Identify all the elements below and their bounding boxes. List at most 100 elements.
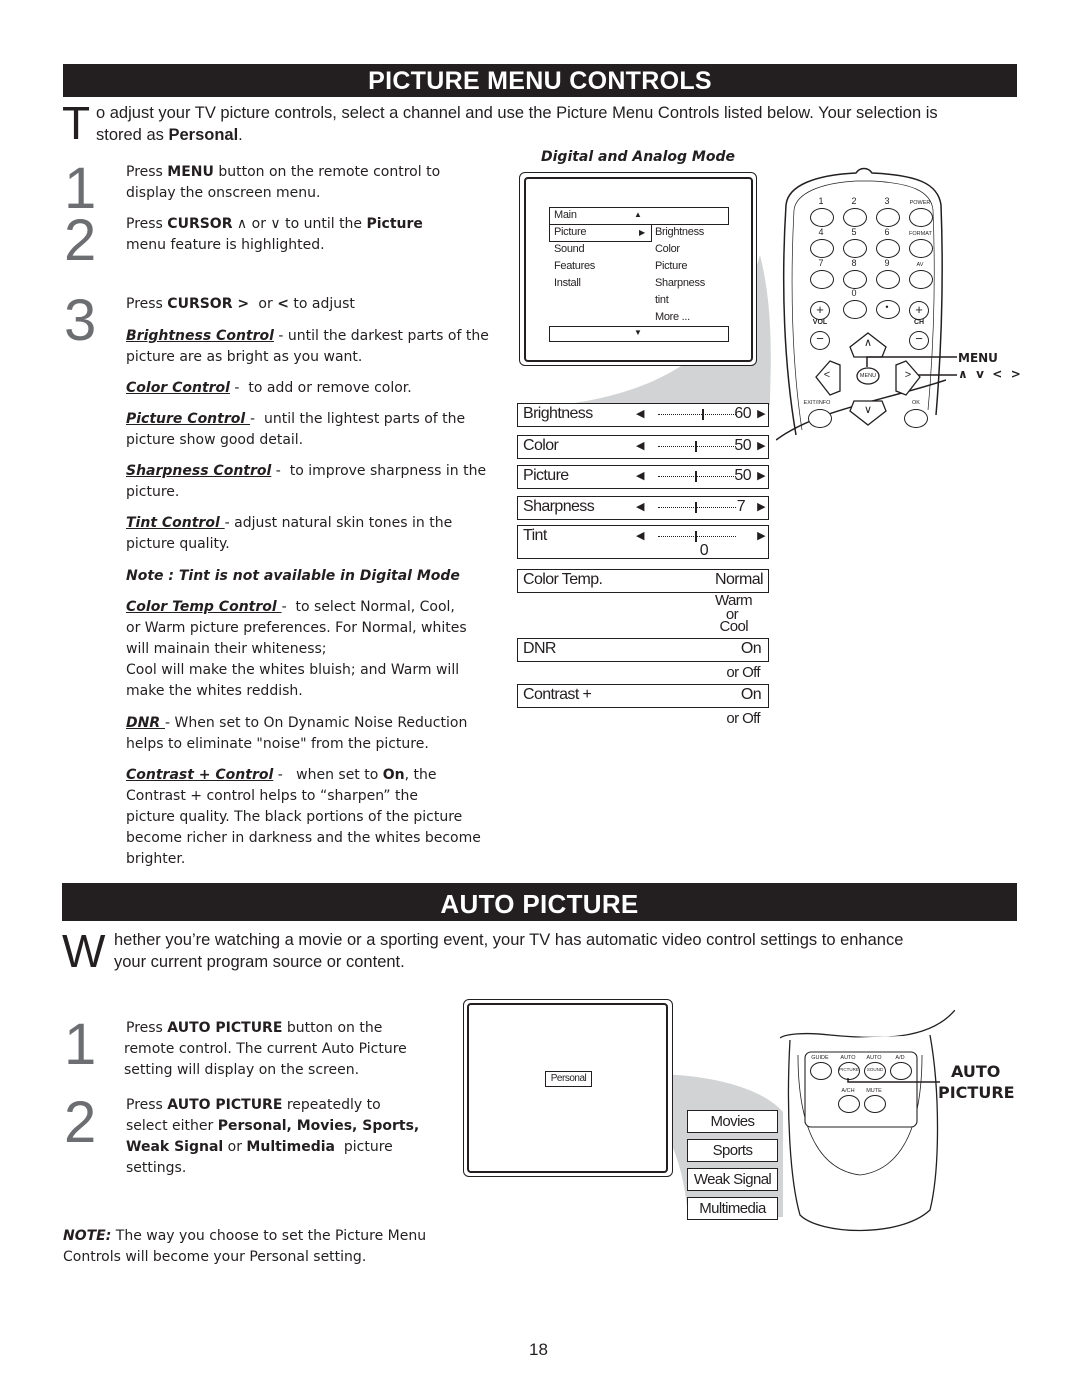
submenu-sharpness[interactable]: Sharpness — [655, 275, 705, 292]
plus-icon: + — [915, 302, 923, 317]
mode-title: Digital and Analog Mode — [541, 149, 735, 165]
auto-step-2-text: Press AUTO PICTURE repeatedly to — [126, 1095, 381, 1116]
setting-row-color[interactable]: Color ◀ 50 ▶ — [517, 435, 769, 459]
t: ∧ or ∨ to until the — [232, 216, 367, 232]
increase-arrow-icon[interactable]: ▶ — [757, 469, 765, 482]
submenu-color[interactable]: Color — [655, 241, 680, 258]
increase-arrow-icon[interactable]: ▶ — [757, 529, 765, 542]
setting-row-sharpness[interactable]: Sharpness ◀ 7 ▶ — [517, 496, 769, 520]
menu-item-install[interactable]: Install — [554, 275, 581, 292]
dnr-line-2: helps to eliminate "noise" from the pict… — [126, 736, 429, 752]
step-1-text: Press MENU button on the remote control … — [126, 162, 440, 183]
remote-key-3[interactable] — [876, 208, 900, 227]
remote-key-power[interactable] — [909, 208, 933, 227]
option-row-color-temp[interactable]: Color Temp. Normal — [517, 569, 769, 593]
remote-key-0[interactable] — [843, 300, 867, 319]
submenu-picture[interactable]: Picture — [655, 258, 687, 275]
setting-slider[interactable] — [658, 441, 736, 452]
guide-key[interactable] — [810, 1062, 832, 1080]
submenu-tint[interactable]: tint — [655, 292, 669, 309]
t: repeatedly to — [282, 1097, 381, 1113]
auto-step-2-line-4: settings. — [126, 1160, 187, 1176]
slider-knob[interactable] — [695, 471, 697, 482]
t: - to select Normal, Cool, — [281, 599, 455, 615]
auto-option-multimedia[interactable]: Multimedia — [687, 1197, 778, 1220]
decrease-arrow-icon[interactable]: ◀ — [636, 500, 644, 513]
setting-row-picture[interactable]: Picture ◀ 50 ▶ — [517, 465, 769, 489]
slider-knob[interactable] — [695, 441, 697, 452]
remote-key-4[interactable] — [810, 239, 834, 258]
setting-slider[interactable] — [658, 531, 736, 542]
decrease-arrow-icon[interactable]: ◀ — [636, 439, 644, 452]
setting-label: Sharpness — [523, 498, 595, 515]
setting-row-brightness[interactable]: Brightness ◀ 60 ▶ — [517, 403, 769, 427]
ok-label: OK — [912, 400, 920, 406]
options-keyword: Personal, Movies, Sports, — [217, 1118, 420, 1134]
section-title-picture-menu-controls: PICTURE MENU CONTROLS — [63, 64, 1017, 97]
callout-picture: PICTURE — [938, 1083, 1015, 1102]
contrast-alt-off: or Off — [726, 710, 760, 727]
menu-item-features[interactable]: Features — [554, 258, 595, 275]
exit-info-key[interactable] — [808, 409, 832, 428]
slider-knob[interactable] — [702, 409, 704, 420]
increase-arrow-icon[interactable]: ▶ — [757, 500, 765, 513]
auto-picture-keyword: AUTO PICTURE — [167, 1020, 283, 1036]
increase-arrow-icon[interactable]: ▶ — [757, 407, 765, 420]
setting-slider[interactable] — [658, 471, 736, 482]
submenu-arrow-icon: ▶ — [639, 228, 645, 237]
mute-key[interactable] — [864, 1095, 886, 1113]
menu-item-sound[interactable]: Sound — [554, 241, 585, 258]
decrease-arrow-icon[interactable]: ◀ — [636, 529, 644, 542]
remote-key-7[interactable] — [810, 270, 834, 289]
option-value: Normal — [715, 571, 764, 588]
decrease-arrow-icon[interactable]: ◀ — [636, 407, 644, 420]
submenu-brightness[interactable]: Brightness — [655, 224, 704, 241]
auto-option-weak-signal[interactable]: Weak Signal — [687, 1168, 778, 1191]
remote-key-format[interactable] — [909, 239, 933, 258]
auto-note-line-2: Controls will become your Personal setti… — [63, 1249, 367, 1265]
slider-knob[interactable] — [695, 502, 697, 513]
intro-period: . — [238, 126, 243, 144]
exit-info-label: EXIT/INFO — [803, 400, 831, 406]
auto-option-sports[interactable]: Sports — [687, 1139, 778, 1162]
auto-step-2-line-2: select either Personal, Movies, Sports, — [126, 1116, 419, 1137]
remote-key-5[interactable] — [843, 239, 867, 258]
submenu-more[interactable]: More ... — [655, 309, 690, 326]
remote-key-6[interactable] — [876, 239, 900, 258]
menu-item-picture[interactable]: Picture — [554, 224, 586, 241]
option-row-dnr[interactable]: DNR On — [517, 638, 769, 662]
remote-key-8[interactable] — [843, 270, 867, 289]
ok-key[interactable] — [904, 409, 928, 428]
setting-row-tint[interactable]: Tint ◀ 0 ▶ — [517, 525, 769, 559]
dot-glyph: • — [885, 302, 889, 312]
decrease-arrow-icon[interactable]: ◀ — [636, 469, 644, 482]
t: Press — [126, 216, 168, 232]
sharpness-control-line-2: picture. — [126, 484, 180, 500]
sharpness-control-desc: Sharpness Control - to improve sharpness… — [126, 461, 486, 482]
remote-key-2[interactable] — [843, 208, 867, 227]
option-row-contrast-plus[interactable]: Contrast + On — [517, 684, 769, 708]
contrast-line: Contrast + control helps to “sharpen” th… — [126, 788, 418, 804]
callout-lines — [866, 356, 957, 376]
t: button on the — [282, 1020, 383, 1036]
setting-label: Tint — [523, 527, 547, 544]
section-title-auto-picture: AUTO PICTURE — [62, 883, 1017, 921]
setting-slider[interactable] — [658, 409, 736, 420]
ach-key[interactable] — [838, 1095, 860, 1113]
callout-cursor-keys: ∧ v < > — [958, 367, 1021, 381]
step-2-line-2: menu feature is highlighted. — [126, 237, 325, 253]
increase-arrow-icon[interactable]: ▶ — [757, 439, 765, 452]
slider-knob[interactable] — [695, 531, 697, 542]
t: - adjust natural skin tones in the — [224, 515, 453, 531]
tint-control-line-2: picture quality. — [126, 536, 230, 552]
t: to adjust — [288, 296, 355, 312]
remote-key-1[interactable] — [810, 208, 834, 227]
intro-text: o adjust your TV picture controls, selec… — [96, 104, 938, 122]
remote-key-label: 6 — [884, 227, 890, 237]
auto-option-movies[interactable]: Movies — [687, 1110, 778, 1133]
setting-slider[interactable] — [658, 502, 736, 513]
remote-key-av[interactable] — [909, 270, 933, 289]
control-name: Color Temp Control — [126, 599, 282, 615]
remote-key-9[interactable] — [876, 270, 900, 289]
auto-step-1-line: remote control. The current Auto Picture — [124, 1041, 407, 1057]
